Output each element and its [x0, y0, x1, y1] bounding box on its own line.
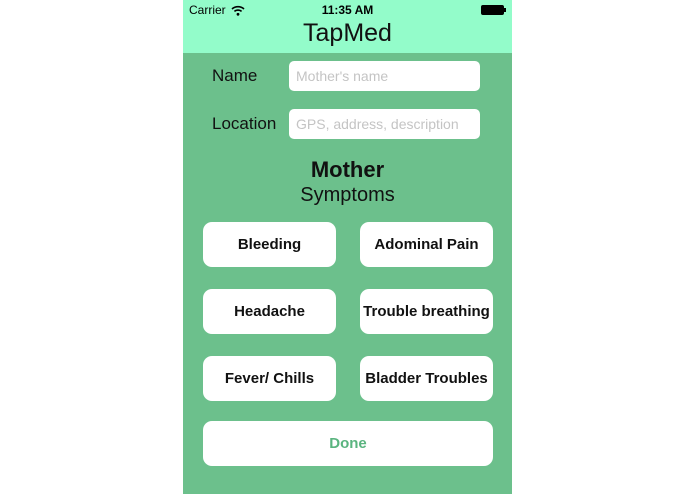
symptom-button-trouble-breathing[interactable]: Trouble breathing	[360, 289, 493, 334]
section-title: Mother	[310, 157, 385, 182]
symptom-button-bleeding[interactable]: Bleeding	[203, 222, 336, 267]
status-time: 11:35 AM	[321, 3, 374, 17]
done-button[interactable]: Done	[203, 421, 493, 466]
section-subtitle: Symptoms	[300, 184, 395, 206]
status-bar: Carrier 11:35 AM	[183, 0, 512, 20]
location-input[interactable]	[289, 109, 480, 139]
symptom-button-fever-chills[interactable]: Fever/ Chills	[203, 356, 336, 401]
symptom-button-abdominal-pain[interactable]: Adominal Pain	[360, 222, 493, 267]
location-label: Location	[212, 114, 277, 133]
app-title: TapMed	[303, 19, 392, 47]
phone-screen: Carrier 11:35 AM TapMed Name Location Mo…	[183, 0, 512, 494]
app-header: Carrier 11:35 AM TapMed	[183, 0, 512, 53]
mother-name-input[interactable]	[289, 61, 480, 91]
name-label: Name	[212, 66, 258, 85]
battery-icon	[481, 5, 506, 15]
symptom-button-headache[interactable]: Headache	[203, 289, 336, 334]
symptom-button-bladder-troubles[interactable]: Bladder Troubles	[360, 356, 493, 401]
